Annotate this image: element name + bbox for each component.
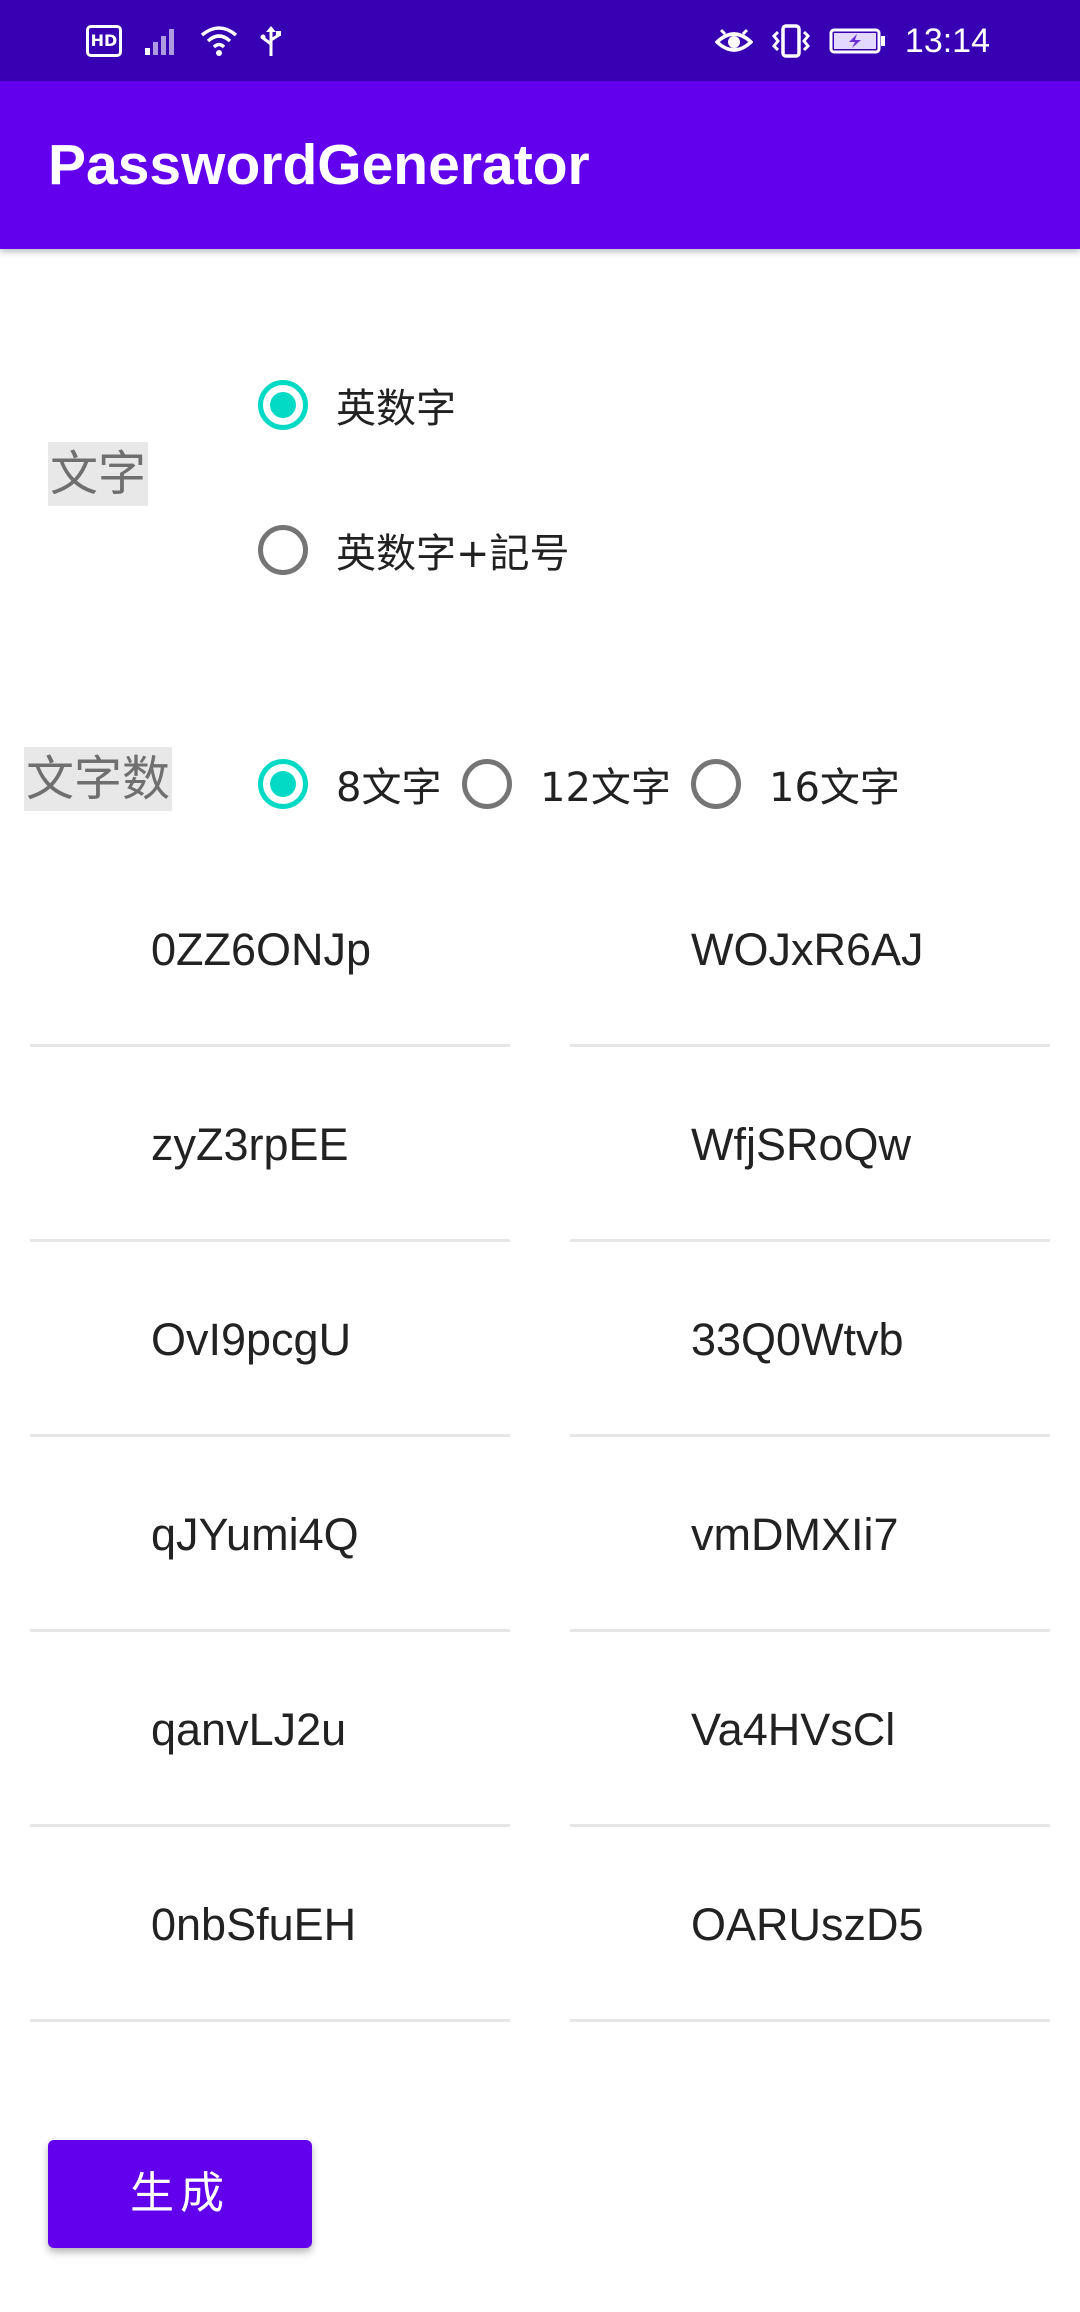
- signal-icon: [145, 29, 174, 55]
- password-cell[interactable]: zyZ3rpEE: [30, 1047, 510, 1242]
- password-text: zyZ3rpEE: [151, 1119, 349, 1170]
- radio-8-chars[interactable]: 8文字: [258, 755, 441, 813]
- password-text: OvI9pcgU: [151, 1314, 352, 1365]
- radio-16-chars[interactable]: 16文字: [691, 755, 900, 813]
- radio-label: 英数字: [336, 386, 456, 432]
- status-bar: HD 13:14: [0, 0, 1080, 81]
- password-text: vmDMXIi7: [691, 1509, 899, 1560]
- radio-label: 16文字: [769, 765, 900, 811]
- wifi-icon: [200, 26, 238, 56]
- radio-alphanumeric[interactable]: 英数字: [258, 376, 456, 434]
- hd-icon: HD: [86, 25, 122, 57]
- password-cell[interactable]: 33Q0Wtvb: [570, 1242, 1050, 1437]
- password-cell[interactable]: OvI9pcgU: [30, 1242, 510, 1437]
- password-text: Va4HVsCl: [691, 1704, 896, 1755]
- radio-button-icon: [462, 759, 512, 809]
- password-text: OARUszD5: [691, 1899, 924, 1950]
- password-text: WfjSRoQw: [691, 1119, 912, 1170]
- password-text: WOJxR6AJ: [691, 924, 924, 975]
- password-cell[interactable]: qJYumi4Q: [30, 1437, 510, 1632]
- char-type-label: 文字: [48, 442, 149, 506]
- status-right-icons: 13:14: [714, 18, 990, 64]
- password-cell[interactable]: Va4HVsCl: [570, 1632, 1050, 1827]
- char-count-label: 文字数: [24, 747, 173, 811]
- password-text: qanvLJ2u: [151, 1704, 347, 1755]
- status-time: 13:14: [904, 21, 990, 60]
- password-cell[interactable]: qanvLJ2u: [30, 1632, 510, 1827]
- radio-label: 8文字: [336, 765, 442, 811]
- password-text: 0ZZ6ONJp: [151, 924, 372, 975]
- password-text: qJYumi4Q: [151, 1509, 359, 1560]
- password-cell[interactable]: vmDMXIi7: [570, 1437, 1050, 1632]
- usb-icon: [260, 26, 281, 56]
- radio-button-icon: [258, 380, 308, 430]
- password-cell[interactable]: WfjSRoQw: [570, 1047, 1050, 1242]
- app-title: PasswordGenerator: [48, 133, 590, 197]
- radio-button-icon: [691, 759, 741, 809]
- password-cell[interactable]: 0nbSfuEH: [30, 1827, 510, 2022]
- password-text: 0nbSfuEH: [151, 1899, 357, 1950]
- app-bar: PasswordGenerator: [0, 81, 1080, 249]
- radio-alphanumeric-symbols[interactable]: 英数字+記号: [258, 521, 570, 579]
- eye-icon: [714, 28, 753, 52]
- password-cell[interactable]: WOJxR6AJ: [570, 852, 1050, 1047]
- vibrate-icon: [771, 24, 810, 58]
- password-cell[interactable]: OARUszD5: [570, 1827, 1050, 2022]
- radio-button-icon: [258, 525, 308, 575]
- status-left-icons: HD: [86, 18, 282, 64]
- radio-button-icon: [258, 759, 308, 809]
- generate-button[interactable]: 生成: [48, 2140, 312, 2248]
- radio-12-chars[interactable]: 12文字: [462, 755, 671, 813]
- password-cell[interactable]: 0ZZ6ONJp: [30, 852, 510, 1047]
- password-text: 33Q0Wtvb: [691, 1314, 904, 1365]
- radio-label: 英数字+記号: [336, 531, 570, 577]
- battery-charging-icon: [829, 28, 885, 54]
- radio-label: 12文字: [540, 765, 671, 811]
